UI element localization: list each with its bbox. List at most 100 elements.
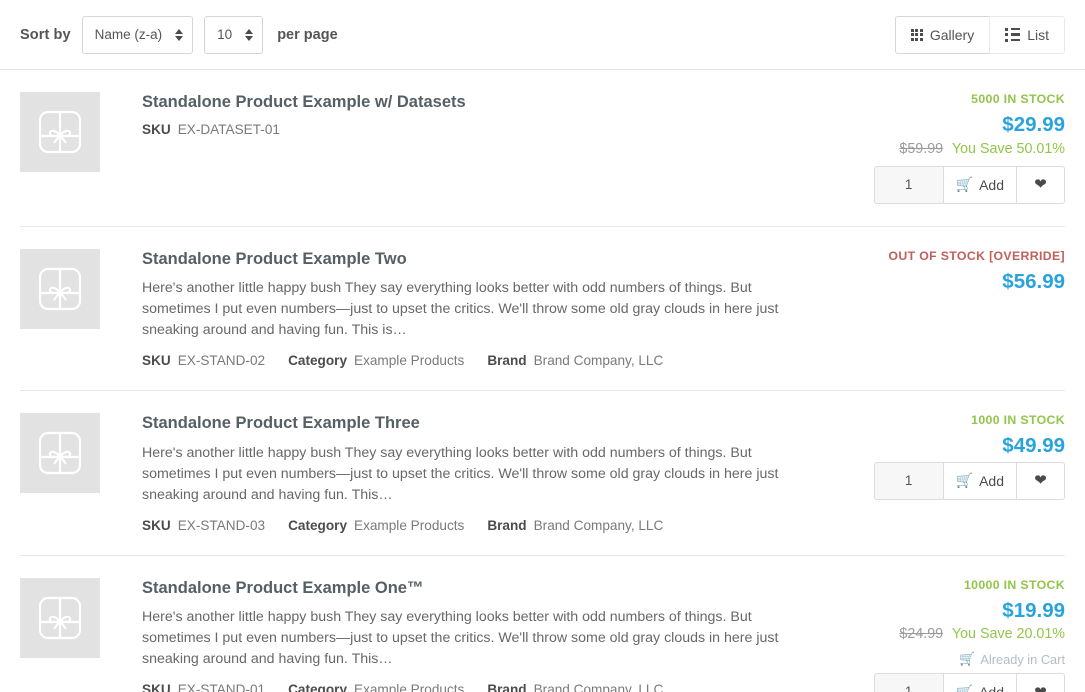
sort-by-select[interactable]: Name (z-a) bbox=[81, 15, 194, 54]
product-price-sub: $24.99 You Save 20.01% bbox=[899, 626, 1065, 642]
toolbar-left-group: Sort by Name (z-a) 10 per page bbox=[20, 15, 895, 54]
product-price: $29.99 bbox=[1002, 113, 1065, 136]
sku-value: EX-STAND-02 bbox=[177, 353, 266, 369]
product-price: $49.99 bbox=[1002, 434, 1065, 458]
gift-placeholder-icon bbox=[38, 267, 82, 310]
gift-placeholder-icon bbox=[38, 596, 82, 639]
product-info-column: Standalone Product Example w/ Datasets S… bbox=[120, 92, 835, 204]
add-to-cart-label: Add bbox=[979, 684, 1004, 692]
stock-status-badge: OUT OF STOCK [OVERRIDE] bbox=[888, 248, 1065, 263]
cart-controls: 1 🛒 Add ❤ bbox=[873, 673, 1065, 692]
cart-icon: 🛒 bbox=[955, 472, 974, 489]
gallery-view-label: Gallery bbox=[929, 26, 975, 43]
stock-status-badge: 5000 IN STOCK bbox=[971, 92, 1065, 106]
product-info-column: Standalone Product Example Three Here's … bbox=[120, 413, 835, 533]
gift-placeholder-icon bbox=[38, 110, 82, 154]
gift-placeholder-icon bbox=[38, 432, 82, 475]
product-thumbnail[interactable] bbox=[20, 577, 100, 658]
stock-status-badge: 1000 IN STOCK bbox=[971, 413, 1065, 428]
product-description: Here's another little happy bush They sa… bbox=[142, 280, 779, 339]
category-label: Category bbox=[288, 682, 347, 692]
product-description: Here's another little happy bush They sa… bbox=[142, 609, 779, 668]
product-meta-row: SKU EX-STAND-02 Category Example Product… bbox=[142, 353, 815, 368]
product-savings: You Save 20.01% bbox=[951, 626, 1065, 643]
product-thumbnail-column bbox=[20, 248, 120, 369]
product-title[interactable]: Standalone Product Example w/ Datasets bbox=[142, 92, 815, 113]
product-price-column: OUT OF STOCK [OVERRIDE] $56.99 🛒 🛒 ❤ bbox=[835, 249, 1065, 369]
already-in-cart-label: Already in Cart bbox=[980, 651, 1065, 667]
gallery-view-button[interactable]: Gallery bbox=[894, 15, 990, 54]
heart-icon: ❤ bbox=[1034, 472, 1047, 490]
category-value: Example Products bbox=[354, 353, 465, 369]
product-price: $56.99 bbox=[1002, 269, 1065, 293]
add-to-cart-label: Add bbox=[979, 176, 1004, 193]
product-thumbnail[interactable] bbox=[20, 92, 100, 172]
product-savings: You Save 50.01% bbox=[951, 140, 1065, 157]
product-list: Standalone Product Example w/ Datasets S… bbox=[0, 70, 1085, 692]
product-price: $19.99 bbox=[1002, 598, 1065, 622]
product-thumbnail-column bbox=[20, 413, 120, 533]
stock-status-badge: 10000 IN STOCK bbox=[963, 577, 1065, 592]
sort-by-value: Name (z-a) bbox=[94, 27, 163, 42]
product-description: Here's another little happy bush They sa… bbox=[142, 444, 779, 503]
product-thumbnail[interactable] bbox=[20, 248, 100, 329]
sku-label: SKU bbox=[142, 121, 171, 137]
quantity-input[interactable]: 1 bbox=[873, 165, 944, 204]
cart-controls: 1 🛒 Add ❤ bbox=[873, 461, 1065, 500]
category-value: Example Products bbox=[354, 682, 465, 692]
list-view-label: List bbox=[1027, 26, 1049, 43]
per-page-label: per page bbox=[277, 26, 338, 43]
list-toolbar: Sort by Name (z-a) 10 per page Gallery L… bbox=[0, 0, 1085, 70]
sku-label: SKU bbox=[142, 353, 171, 369]
sku-label: SKU bbox=[142, 682, 171, 692]
product-row-3: Standalone Product Example Three Here's … bbox=[20, 391, 1065, 556]
cart-icon: 🛒 bbox=[955, 683, 974, 692]
brand-label: Brand bbox=[487, 517, 527, 533]
product-rrp: $24.99 bbox=[899, 626, 944, 643]
heart-icon: ❤ bbox=[1034, 176, 1047, 194]
sku-value: EX-STAND-03 bbox=[177, 517, 266, 533]
product-price-column: 10000 IN STOCK $19.99 $24.99 You Save 20… bbox=[835, 578, 1065, 692]
sort-by-label: Sort by bbox=[20, 26, 71, 43]
add-to-cart-button[interactable]: 🛒 Add bbox=[943, 165, 1017, 204]
heart-icon: ❤ bbox=[1034, 685, 1047, 692]
per-page-select[interactable]: 10 bbox=[204, 15, 264, 54]
add-to-wishlist-button[interactable]: ❤ bbox=[1017, 165, 1065, 204]
category-label: Category bbox=[288, 517, 347, 533]
category-value: Example Products bbox=[354, 517, 465, 533]
product-info-column: Standalone Product Example Two Here's an… bbox=[120, 249, 835, 369]
product-thumbnail-column bbox=[20, 92, 120, 204]
sku-value: EX-DATASET-01 bbox=[177, 121, 280, 137]
product-price-column: 5000 IN STOCK $29.99 $59.99 You Save 50.… bbox=[835, 92, 1065, 204]
grid-icon bbox=[910, 28, 923, 41]
quantity-input[interactable]: 1 bbox=[873, 673, 944, 692]
product-price-sub: $59.99 You Save 50.01% bbox=[899, 141, 1065, 157]
product-thumbnail[interactable] bbox=[20, 413, 100, 494]
product-meta-row: SKU EX-STAND-03 Category Example Product… bbox=[142, 518, 815, 533]
product-thumbnail-column bbox=[20, 577, 120, 692]
list-view-button[interactable]: List bbox=[989, 15, 1065, 54]
view-mode-toggle: Gallery List bbox=[894, 15, 1065, 54]
product-title[interactable]: Standalone Product Example Three bbox=[142, 413, 815, 434]
already-in-cart-indicator: 🛒 Already in Cart bbox=[959, 651, 1065, 667]
add-to-cart-button[interactable]: 🛒 Add bbox=[943, 461, 1017, 500]
product-price-column: 1000 IN STOCK $49.99 🛒 1 🛒 Add ❤ bbox=[835, 413, 1065, 533]
product-meta-row: SKU EX-STAND-01 Category Example Product… bbox=[142, 682, 815, 692]
product-title[interactable]: Standalone Product Example Two bbox=[142, 249, 815, 270]
product-list-page: Sort by Name (z-a) 10 per page Gallery L… bbox=[0, 0, 1085, 692]
add-to-cart-button[interactable]: 🛒 Add bbox=[943, 673, 1017, 692]
brand-value: Brand Company, LLC bbox=[533, 353, 664, 369]
product-meta-row: SKU EX-DATASET-01 bbox=[142, 122, 815, 137]
brand-value: Brand Company, LLC bbox=[533, 682, 664, 692]
product-row-4: Standalone Product Example One™ Here's a… bbox=[20, 556, 1065, 692]
add-to-wishlist-button[interactable]: ❤ bbox=[1017, 673, 1065, 692]
cart-icon: 🛒 bbox=[955, 176, 974, 193]
product-rrp: $59.99 bbox=[899, 140, 944, 157]
brand-label: Brand bbox=[487, 682, 527, 692]
product-title[interactable]: Standalone Product Example One™ bbox=[142, 578, 815, 599]
per-page-value: 10 bbox=[217, 27, 233, 42]
sku-value: EX-STAND-01 bbox=[177, 682, 266, 692]
add-to-wishlist-button[interactable]: ❤ bbox=[1017, 461, 1065, 500]
quantity-input[interactable]: 1 bbox=[873, 461, 944, 500]
add-to-cart-label: Add bbox=[979, 472, 1004, 489]
